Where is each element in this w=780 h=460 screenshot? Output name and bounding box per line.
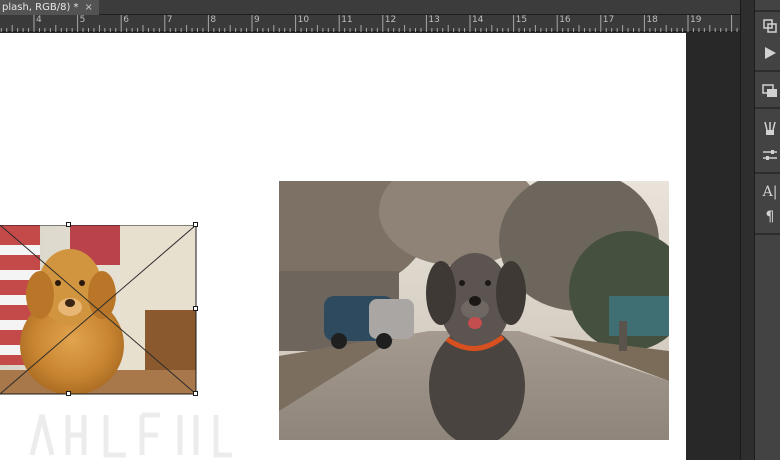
shaggy-dog-image <box>279 181 669 440</box>
transform-box-diagonals <box>0 225 197 395</box>
ruler-label: 16 <box>559 15 571 25</box>
transform-handle-bottom[interactable] <box>66 391 71 396</box>
vertical-scrollbar[interactable] <box>740 0 754 460</box>
document-tab[interactable]: plash, RGB/8) * × <box>0 0 99 15</box>
brush-presets-icon[interactable] <box>760 118 780 138</box>
shaggy-dog-photo[interactable] <box>279 181 669 440</box>
panel-dock: A| ¶ <box>754 0 780 460</box>
faint-watermark <box>29 412 232 458</box>
ruler-label: 5 <box>79 15 86 25</box>
document-tab-bar: plash, RGB/8) * × <box>0 0 752 15</box>
dock-separator <box>755 233 780 235</box>
ruler-label: 19 <box>690 15 702 25</box>
transform-handle-top-right[interactable] <box>193 222 198 227</box>
transform-handle-top[interactable] <box>66 222 71 227</box>
close-icon[interactable]: × <box>85 0 93 15</box>
ruler-label: 7 <box>166 15 173 25</box>
ruler-ticks <box>0 15 738 32</box>
layer-comps-icon[interactable] <box>760 80 780 100</box>
paragraph-icon[interactable]: ¶ <box>760 207 780 227</box>
play-actions-icon[interactable] <box>760 43 780 63</box>
ruler-label: 18 <box>646 15 658 25</box>
ruler-label: 11 <box>341 15 353 25</box>
history-icon[interactable] <box>760 16 780 36</box>
dock-separator <box>755 172 780 174</box>
ruler-label: 10 <box>297 15 310 25</box>
ruler-label: 4 <box>36 15 42 25</box>
ruler-label: 12 <box>384 15 397 25</box>
dock-separator <box>755 70 780 72</box>
ruler-label: 17 <box>602 15 615 25</box>
ruler-label: 6 <box>123 15 129 25</box>
horizontal-ruler[interactable]: 4 5 6 7 8 9 10 11 12 13 14 15 16 17 18 19 <box>0 15 740 32</box>
ruler-label: 8 <box>210 15 217 25</box>
transform-handle-right[interactable] <box>193 306 198 311</box>
adjustments-icon[interactable] <box>760 145 780 165</box>
ruler-label: 14 <box>472 15 484 25</box>
ruler-label: 15 <box>515 15 528 25</box>
character-icon[interactable]: A| <box>760 182 780 202</box>
transform-handle-bottom-right[interactable] <box>193 391 198 396</box>
dock-separator <box>755 10 780 12</box>
dock-separator <box>755 107 780 109</box>
document-tab-title: plash, RGB/8) * <box>2 2 79 13</box>
ruler-label: 9 <box>254 15 260 25</box>
ruler-label: 13 <box>428 15 440 25</box>
